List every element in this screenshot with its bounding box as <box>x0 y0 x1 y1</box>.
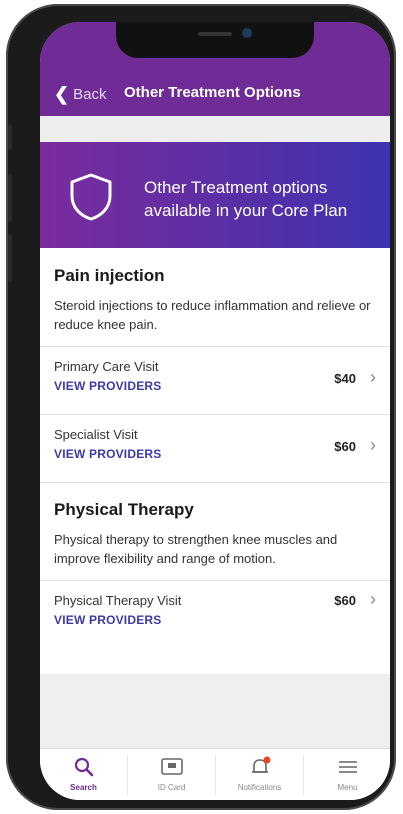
tab-id-card[interactable]: ID Card <box>128 749 215 800</box>
section-desc-physical-therapy: Physical therapy to strengthen knee musc… <box>54 532 338 566</box>
row-price: $60 <box>334 593 356 608</box>
bell-icon <box>251 756 270 773</box>
section-divider <box>40 482 390 483</box>
chevron-right-icon: › <box>370 367 376 387</box>
tab-menu[interactable]: Menu <box>304 749 390 800</box>
view-providers-link[interactable]: VIEW PROVIDERS <box>54 613 161 627</box>
mute-switch <box>8 124 12 150</box>
chevron-left-icon: ❮ <box>54 84 70 104</box>
banner-text: Other Treatment options available in you… <box>144 178 348 220</box>
row-label: Specialist Visit <box>54 427 138 442</box>
screen: ❮ Back Other Treatment Options Other Tre… <box>40 22 390 800</box>
volume-up-button <box>8 174 12 222</box>
tab-label: ID Card <box>157 783 186 792</box>
id-card-icon <box>160 758 183 775</box>
treatment-list: Pain injection Steroid injections to red… <box>40 248 390 674</box>
tab-label: Notifications <box>237 783 282 792</box>
phone-frame: ❮ Back Other Treatment Options Other Tre… <box>6 4 396 810</box>
row-label: Primary Care Visit <box>54 359 159 374</box>
chevron-right-icon: › <box>370 435 376 455</box>
list-item-physical-therapy[interactable]: Physical Therapy Visit VIEW PROVIDERS $6… <box>40 580 390 649</box>
search-icon <box>74 757 93 777</box>
back-button[interactable]: ❮ Back <box>54 84 106 105</box>
header-spacer <box>40 116 390 142</box>
page-title: Other Treatment Options <box>124 84 301 101</box>
list-item-specialist[interactable]: Specialist Visit VIEW PROVIDERS $60 › <box>40 414 390 483</box>
back-label: Back <box>73 86 107 103</box>
row-price: $60 <box>334 439 356 454</box>
tab-bar: Search ID Card Notifications Menu <box>40 748 390 800</box>
shield-icon <box>70 173 112 221</box>
tab-label: Search <box>70 783 97 792</box>
tab-label: Menu <box>337 783 358 792</box>
plan-banner: Other Treatment options available in you… <box>40 142 390 248</box>
notch <box>116 22 314 58</box>
section-desc-pain-injection: Steroid injections to reduce inflammatio… <box>54 298 371 332</box>
view-providers-link[interactable]: VIEW PROVIDERS <box>54 447 161 461</box>
row-label: Physical Therapy Visit <box>54 593 182 608</box>
chevron-right-icon: › <box>370 589 376 609</box>
camera <box>242 28 252 38</box>
section-title-physical-therapy: Physical Therapy <box>54 500 194 519</box>
tab-search[interactable]: Search <box>40 749 127 800</box>
row-price: $40 <box>334 371 356 386</box>
view-providers-link[interactable]: VIEW PROVIDERS <box>54 379 161 393</box>
tab-notifications[interactable]: Notifications <box>216 749 303 800</box>
speaker <box>198 32 232 36</box>
list-item-primary-care[interactable]: Primary Care Visit VIEW PROVIDERS $40 › <box>40 346 390 415</box>
section-title-pain-injection: Pain injection <box>54 266 165 285</box>
notification-dot <box>263 756 270 764</box>
menu-icon <box>338 761 357 773</box>
volume-down-button <box>8 234 12 282</box>
